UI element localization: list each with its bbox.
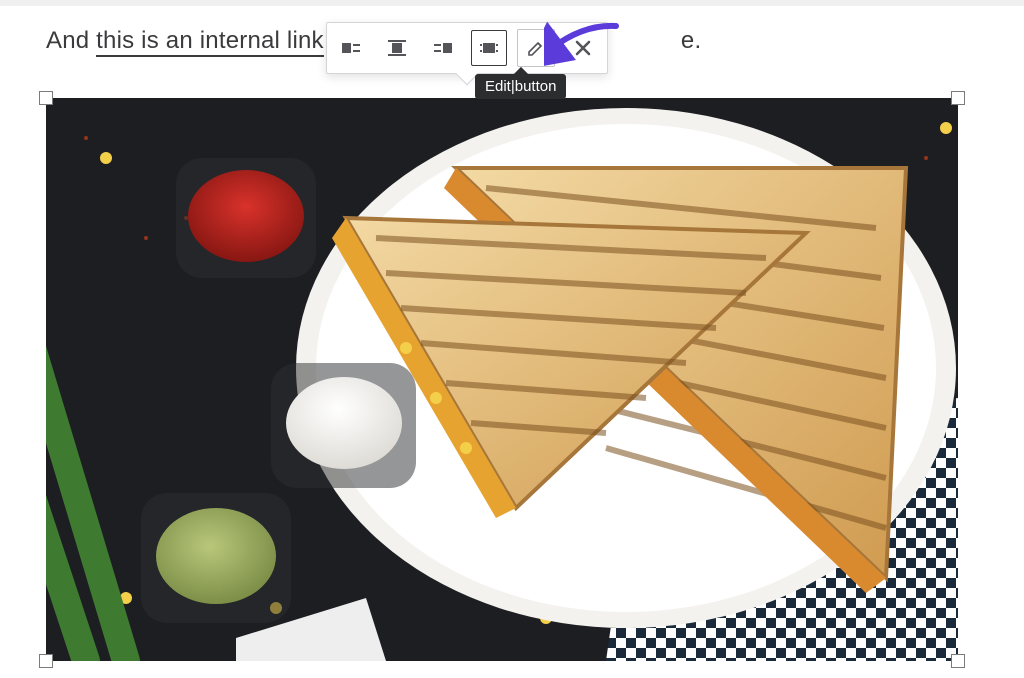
align-left-icon — [341, 38, 361, 58]
resize-handle-top-left[interactable] — [39, 91, 53, 105]
close-icon — [573, 38, 593, 58]
paragraph-text-after: e. — [681, 27, 701, 54]
pencil-icon — [526, 38, 546, 58]
align-none-button[interactable] — [471, 30, 507, 66]
resize-handle-bottom-left[interactable] — [39, 654, 53, 668]
align-center-button[interactable] — [379, 30, 415, 66]
selected-image[interactable] — [46, 98, 958, 661]
tooltip: Edit|button — [475, 74, 566, 99]
resize-handle-bottom-right[interactable] — [951, 654, 965, 668]
remove-image-button[interactable] — [565, 30, 601, 66]
edit-image-button[interactable] — [517, 29, 555, 67]
align-left-button[interactable] — [333, 30, 369, 66]
content-image[interactable] — [46, 98, 958, 661]
internal-link[interactable]: this is an internal link — [96, 27, 324, 57]
align-none-icon — [479, 38, 499, 58]
align-center-icon — [387, 38, 407, 58]
image-toolbar — [326, 22, 608, 74]
resize-handle-top-right[interactable] — [951, 91, 965, 105]
paragraph-text-before: And — [46, 27, 96, 54]
align-right-button[interactable] — [425, 30, 461, 66]
align-right-icon — [433, 38, 453, 58]
editor-canvas: And this is an internal link e. — [0, 6, 1024, 678]
